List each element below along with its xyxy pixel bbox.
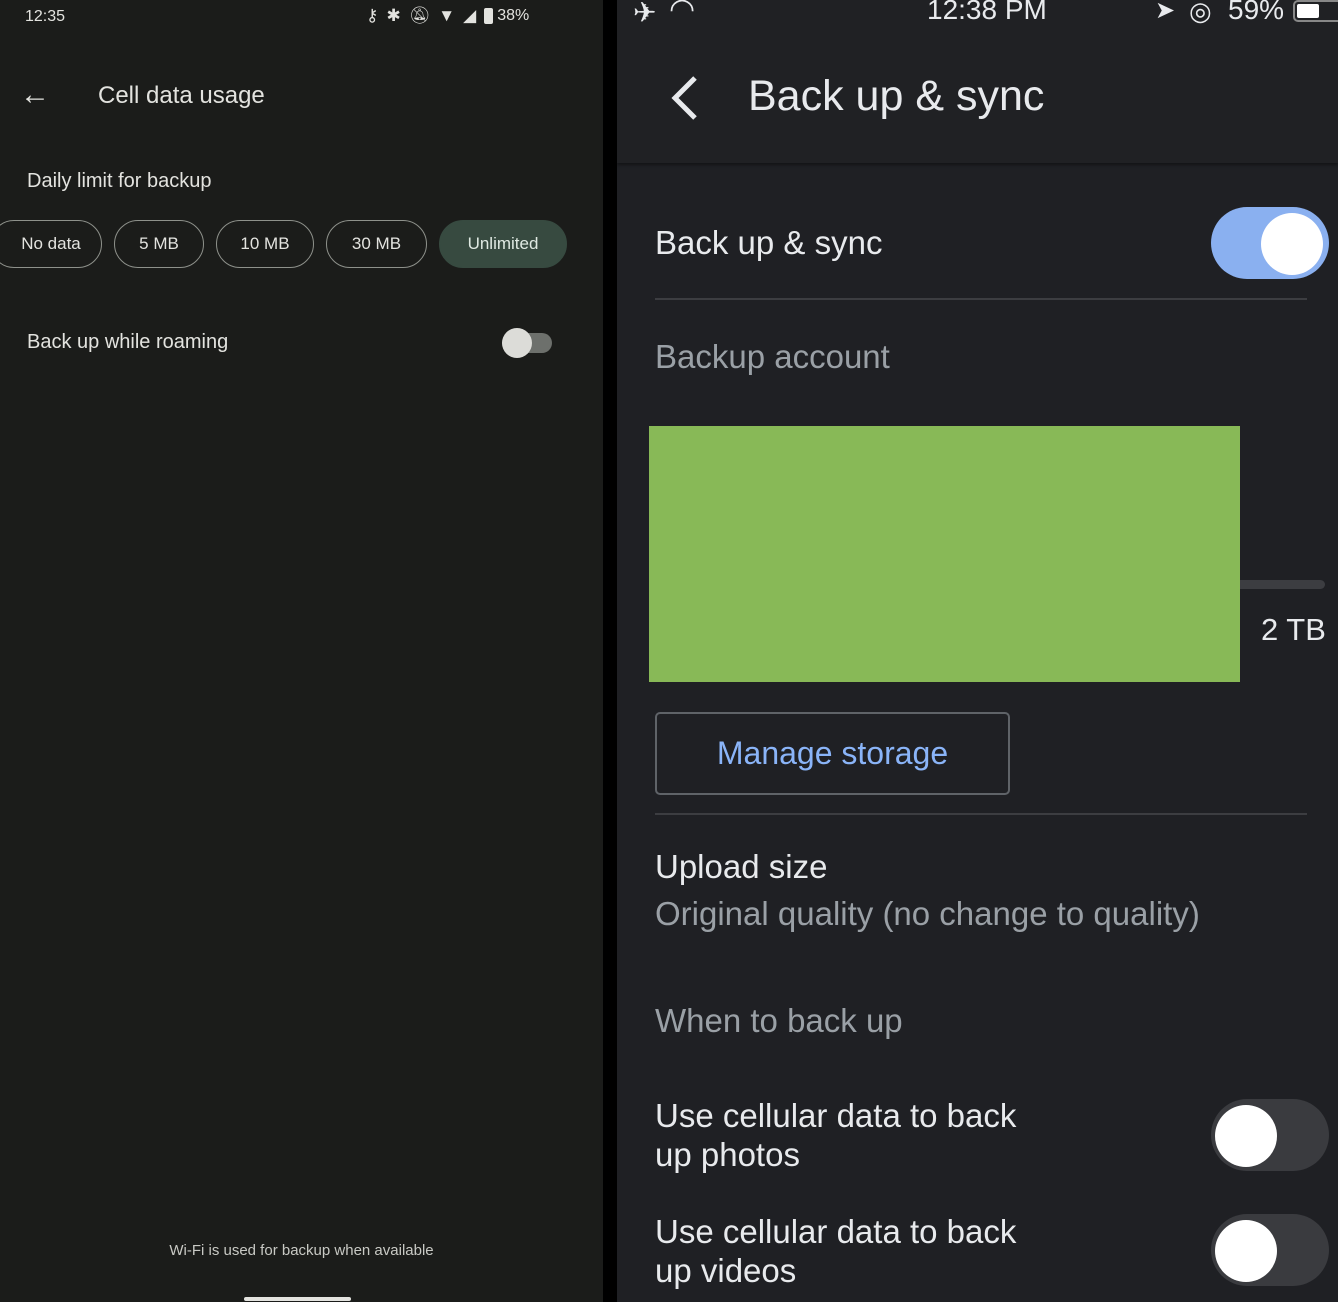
chip-10mb[interactable]: 10 MB	[216, 220, 314, 268]
divider	[655, 813, 1307, 815]
chip-unlimited[interactable]: Unlimited	[439, 220, 567, 268]
manage-storage-button[interactable]: Manage storage	[655, 712, 1010, 795]
roaming-label: Back up while roaming	[27, 331, 229, 353]
cell-signal-icon: ◢	[463, 6, 477, 25]
upload-size-value[interactable]: Original quality (no change to quality)	[655, 895, 1200, 933]
header-bar: ✈ ◠ 12:38 PM ➤ ◎ 59% Back up & sync	[617, 0, 1338, 163]
location-icon: ➤	[1155, 0, 1176, 24]
status-icons: ⚷ ✱ 🔕︎ ▼ ◢ 38%	[366, 6, 529, 26]
divider	[655, 298, 1307, 300]
status-time: 12:35	[25, 8, 66, 25]
when-to-backup-label: When to back up	[655, 1002, 903, 1039]
wifi-note: Wi-Fi is used for backup when available	[169, 1242, 434, 1259]
wifi-icon: ▼	[438, 6, 456, 25]
page-title: Cell data usage	[98, 82, 265, 109]
backup-sync-toggle[interactable]	[1211, 207, 1329, 279]
notifications-off-icon: 🔕︎	[408, 6, 431, 25]
redacted-account-block	[649, 426, 1240, 682]
arrow-left-icon[interactable]: ←	[18, 78, 52, 112]
cellular-photos-label: Use cellular data to back up photos	[655, 1097, 1017, 1173]
roaming-toggle[interactable]	[502, 328, 552, 358]
battery-percent: 59%	[1228, 0, 1285, 25]
backup-sync-label: Back up & sync	[655, 224, 883, 261]
gesture-bar[interactable]	[244, 1297, 351, 1301]
cellular-videos-label: Use cellular data to back up videos	[655, 1213, 1017, 1289]
page-title: Back up & sync	[748, 72, 1045, 120]
cellular-photos-toggle[interactable]	[1211, 1099, 1329, 1171]
vpn-key-icon: ⚷	[366, 6, 379, 25]
battery-percent: 38%	[497, 7, 530, 24]
battery-icon	[484, 8, 494, 24]
toggle-knob	[502, 328, 532, 358]
chip-no-data[interactable]: No data	[0, 220, 102, 268]
cellular-videos-toggle[interactable]	[1211, 1214, 1329, 1286]
wifi-icon: ◠	[669, 0, 696, 26]
backup-account-label: Backup account	[655, 338, 890, 375]
toggle-knob	[1215, 1220, 1277, 1282]
toggle-knob	[1215, 1105, 1277, 1167]
upload-size-label[interactable]: Upload size	[655, 848, 827, 886]
chevron-left-icon[interactable]	[667, 74, 701, 122]
bluetooth-icon: ✱	[386, 6, 401, 25]
ios-backup-sync-screen: ✈ ◠ 12:38 PM ➤ ◎ 59% Back up & sync Back…	[617, 0, 1338, 1302]
daily-limit-label: Daily limit for backup	[27, 170, 212, 192]
chip-30mb[interactable]: 30 MB	[326, 220, 427, 268]
status-time: 12:38 PM	[927, 0, 1047, 25]
storage-total: 2 TB	[1261, 612, 1326, 647]
airplane-icon: ✈	[633, 0, 657, 28]
toggle-knob	[1261, 213, 1323, 275]
battery-icon	[1293, 0, 1338, 22]
chip-5mb[interactable]: 5 MB	[114, 220, 204, 268]
android-cell-data-screen: 12:35 ⚷ ✱ 🔕︎ ▼ ◢ 38% ← Cell data usage D…	[0, 0, 603, 1302]
rotation-lock-icon: ◎	[1189, 0, 1212, 26]
